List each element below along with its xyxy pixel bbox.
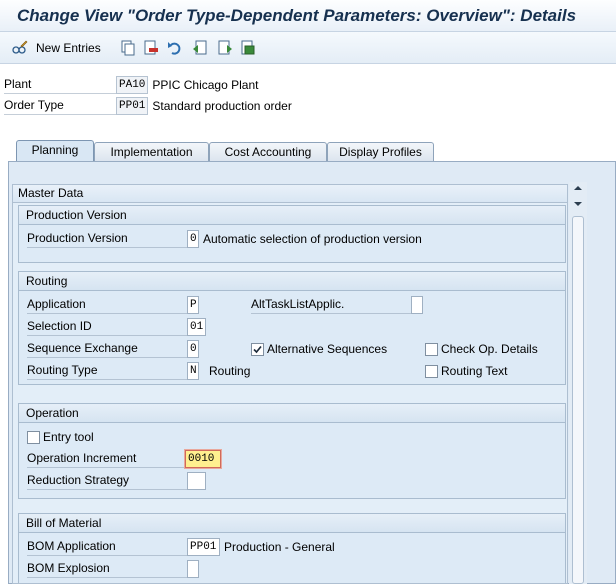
- operation-increment-row: Operation Increment 0010: [27, 450, 221, 468]
- routing-text-label: Routing Text: [441, 364, 508, 378]
- plant-field[interactable]: PA10: [116, 76, 149, 94]
- routing-type-row: Routing Type N Routing: [27, 362, 250, 380]
- bill-of-material-title: Bill of Material: [19, 514, 565, 533]
- new-entries-label: New Entries: [36, 41, 101, 55]
- operation-increment-label: Operation Increment: [27, 450, 185, 468]
- scroll-up-icon[interactable]: [573, 184, 583, 192]
- selection-id-field[interactable]: 01: [187, 318, 206, 336]
- selection-id-row: Selection ID 01: [27, 318, 206, 336]
- plant-row: Plant PA10 PPIC Chicago Plant: [4, 76, 258, 94]
- operation-title: Operation: [19, 404, 565, 423]
- bom-application-description: Production - General: [224, 540, 335, 554]
- tab-implementation[interactable]: Implementation: [94, 142, 209, 162]
- routing-title: Routing: [19, 272, 565, 291]
- routing-text-row: Routing Text: [425, 362, 508, 380]
- production-version-title: Production Version: [19, 206, 565, 225]
- new-entries-button[interactable]: New Entries: [12, 38, 101, 58]
- production-version-description: Automatic selection of production versio…: [203, 232, 422, 246]
- production-version-row: Production Version 0 Automatic selection…: [27, 230, 422, 248]
- copy-button[interactable]: [120, 38, 136, 58]
- order-type-description: Standard production order: [152, 99, 292, 113]
- alternative-sequences-label: Alternative Sequences: [267, 342, 388, 356]
- sequence-exchange-label: Sequence Exchange: [27, 340, 187, 358]
- check-op-details-row: Check Op. Details: [425, 340, 538, 358]
- alternative-sequences-row: Alternative Sequences: [251, 340, 387, 358]
- reduction-strategy-field[interactable]: [187, 472, 206, 490]
- vertical-scrollbar[interactable]: [569, 182, 587, 584]
- routing-group: Routing Application P AltTaskListApplic.…: [18, 271, 566, 385]
- sequence-exchange-field[interactable]: 0: [187, 340, 199, 358]
- check-op-details-checkbox[interactable]: [425, 342, 438, 356]
- entry-tool-label: Entry tool: [43, 430, 94, 444]
- routing-text-checkbox[interactable]: [425, 364, 438, 378]
- alternative-sequences-checkbox[interactable]: [251, 342, 264, 356]
- routing-type-field[interactable]: N: [187, 362, 199, 380]
- production-version-field[interactable]: 0: [187, 230, 199, 248]
- bom-application-field[interactable]: PP01: [187, 538, 220, 556]
- application-field[interactable]: P: [187, 296, 199, 314]
- bom-application-row: BOM Application PP01 Production - Genera…: [27, 538, 335, 556]
- tab-planning[interactable]: Planning: [16, 140, 94, 163]
- undo-icon: [168, 42, 181, 55]
- entry-tool-row: Entry tool: [27, 428, 94, 446]
- order-type-row: Order Type PP01 Standard production orde…: [4, 97, 292, 115]
- order-type-label: Order Type: [4, 97, 116, 115]
- application-row: Application P: [27, 296, 199, 314]
- bill-of-material-group: Bill of Material BOM Application PP01 Pr…: [18, 513, 566, 583]
- plant-description: PPIC Chicago Plant: [152, 78, 259, 92]
- reduction-strategy-label: Reduction Strategy: [27, 472, 187, 490]
- select-all-icon: [241, 40, 255, 55]
- next-entry-button[interactable]: [217, 38, 233, 58]
- copy-icon: [121, 40, 135, 56]
- selection-id-label: Selection ID: [27, 318, 187, 336]
- production-version-group: Production Version Production Version 0 …: [18, 205, 566, 263]
- bom-explosion-label: BOM Explosion: [27, 560, 187, 578]
- checkmark-icon: [253, 345, 262, 353]
- alt-task-list-label: AltTaskListApplic.: [251, 296, 411, 314]
- window-title: Change View "Order Type-Dependent Parame…: [17, 6, 577, 25]
- tab-display-profiles[interactable]: Display Profiles: [327, 142, 434, 162]
- undo-button[interactable]: [167, 38, 183, 58]
- sequence-exchange-row: Sequence Exchange 0: [27, 340, 199, 358]
- operation-group: Operation Entry tool Operation Increment…: [18, 403, 566, 499]
- operation-increment-field[interactable]: 0010: [185, 450, 221, 468]
- master-data-panel: Master Data Production Version Productio…: [12, 184, 568, 584]
- previous-entry-button[interactable]: [192, 38, 208, 58]
- application-label: Application: [27, 296, 187, 314]
- production-version-label: Production Version: [27, 230, 187, 248]
- tab-cost-accounting[interactable]: Cost Accounting: [209, 142, 327, 162]
- delete-icon: [144, 40, 158, 55]
- previous-entry-icon: [193, 40, 207, 55]
- check-op-details-label: Check Op. Details: [441, 342, 538, 356]
- alt-task-list-field[interactable]: [411, 296, 423, 314]
- select-all-button[interactable]: [240, 38, 256, 58]
- order-type-field[interactable]: PP01: [116, 97, 149, 115]
- bom-explosion-row: BOM Explosion: [27, 560, 199, 578]
- delete-button[interactable]: [143, 38, 159, 58]
- routing-type-label: Routing Type: [27, 362, 187, 380]
- glasses-pencil-icon: [12, 40, 28, 54]
- application-toolbar: New Entries: [0, 32, 616, 64]
- alt-task-row: AltTaskListApplic.: [251, 296, 423, 314]
- scroll-track[interactable]: [572, 216, 584, 584]
- reduction-strategy-row: Reduction Strategy: [27, 472, 206, 490]
- title-bar: Change View "Order Type-Dependent Parame…: [0, 0, 616, 32]
- bom-explosion-field[interactable]: [187, 560, 199, 578]
- scroll-down-icon[interactable]: [573, 200, 583, 208]
- next-entry-icon: [218, 40, 232, 55]
- master-data-title: Master Data: [13, 185, 567, 203]
- bom-application-label: BOM Application: [27, 538, 187, 556]
- routing-type-description: Routing: [209, 364, 251, 378]
- plant-label: Plant: [4, 76, 116, 94]
- entry-tool-checkbox[interactable]: [27, 430, 40, 444]
